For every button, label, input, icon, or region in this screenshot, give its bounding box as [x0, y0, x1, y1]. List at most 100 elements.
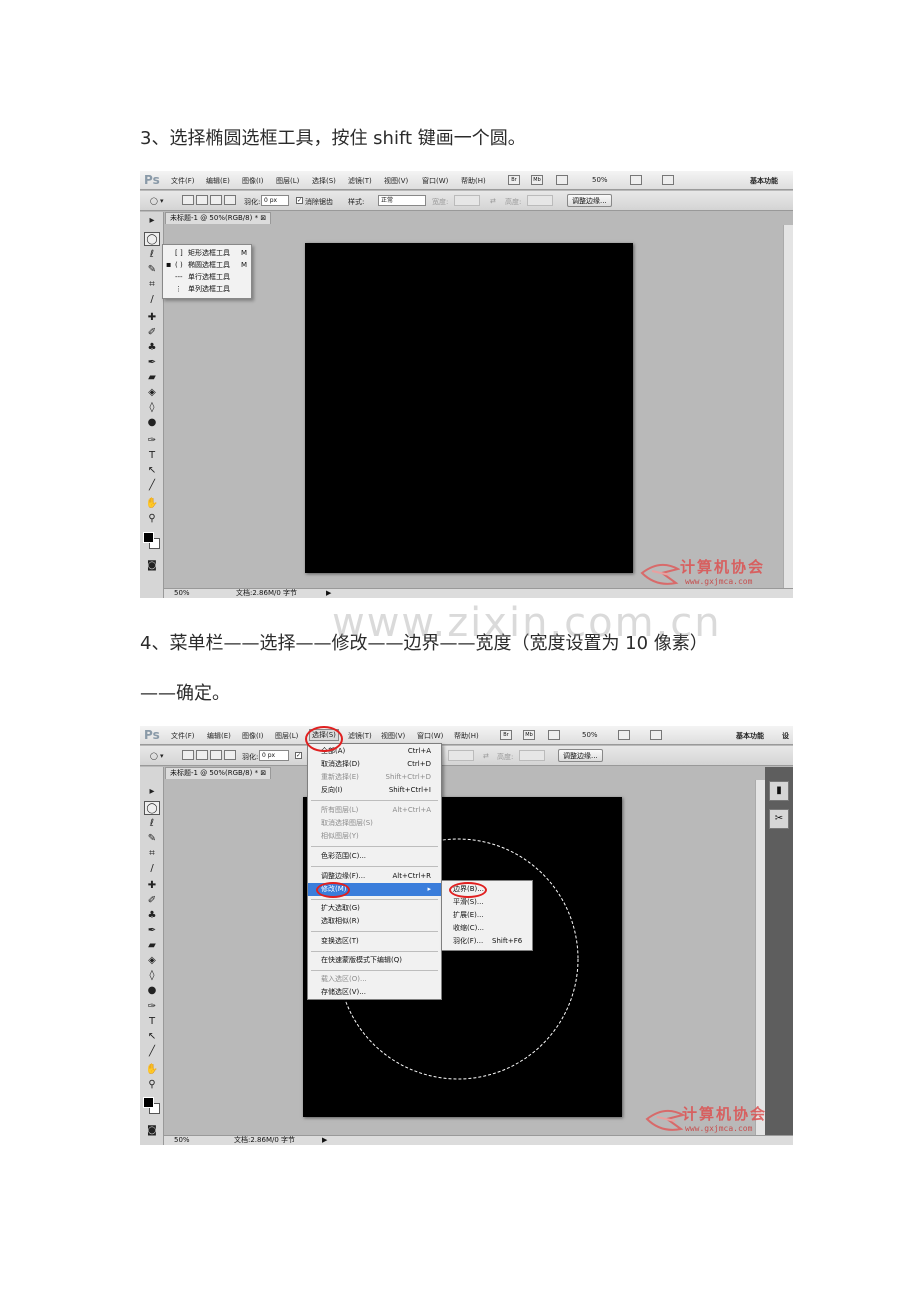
history-panel-icon[interactable]: ▮: [769, 781, 789, 801]
dodge-tool-icon[interactable]: ●: [144, 416, 160, 430]
refine-edge-button[interactable]: 调整边缘...: [558, 749, 603, 762]
zoom-tool-icon[interactable]: ⚲: [144, 512, 160, 526]
zoom-tool-icon[interactable]: ⚲: [144, 1078, 160, 1092]
quick-mask-icon[interactable]: ◙: [144, 559, 160, 573]
menu-file[interactable]: 文件(F): [171, 176, 195, 186]
menu-edit[interactable]: 编辑(E): [206, 176, 230, 186]
subtract-selection-icon[interactable]: [210, 750, 222, 760]
menu-item-grow[interactable]: 扩大选取(G): [308, 902, 441, 915]
zoom-dropdown[interactable]: 50%: [592, 176, 608, 184]
menu-item-quick-mask[interactable]: 在快速蒙版模式下编辑(Q): [308, 954, 441, 967]
menu-item-inverse[interactable]: 反向(I) Shift+Ctrl+I: [308, 784, 441, 797]
pen-tool-icon[interactable]: ✑: [144, 434, 160, 448]
refine-edge-button[interactable]: 调整边缘...: [567, 194, 612, 207]
crop-tool-icon[interactable]: ⌗: [144, 278, 160, 292]
marquee-tool-icon[interactable]: ◯ ▾: [150, 197, 164, 205]
line-tool-icon[interactable]: ╱: [144, 1045, 160, 1059]
menu-window[interactable]: 窗口(W): [422, 176, 448, 186]
move-tool-icon[interactable]: ▸: [144, 785, 160, 799]
submenu-item-feather[interactable]: 羽化(F)... Shift+F6: [442, 935, 532, 948]
menu-help[interactable]: 帮助(H): [454, 731, 479, 741]
menu-window[interactable]: 窗口(W): [417, 731, 443, 741]
eraser-tool-icon[interactable]: ▰: [144, 371, 160, 385]
eyedropper-tool-icon[interactable]: /: [144, 293, 160, 307]
menu-item-transform-selection[interactable]: 变换选区(T): [308, 935, 441, 948]
intersect-selection-icon[interactable]: [224, 750, 236, 760]
workspace-switcher[interactable]: 基本功能: [736, 731, 764, 741]
menu-image[interactable]: 图像(I): [242, 731, 264, 741]
history-brush-icon[interactable]: ✒: [144, 924, 160, 938]
menu-edit[interactable]: 编辑(E): [207, 731, 231, 741]
foreground-color-swatch[interactable]: [143, 532, 154, 543]
bucket-tool-icon[interactable]: ◈: [144, 386, 160, 400]
path-select-tool-icon[interactable]: ↖: [144, 464, 160, 478]
stamp-tool-icon[interactable]: ♣: [144, 341, 160, 355]
menu-layer[interactable]: 图层(L): [276, 176, 299, 186]
history-brush-icon[interactable]: ✒: [144, 356, 160, 370]
height-input[interactable]: [527, 195, 553, 206]
screen-icon[interactable]: [662, 175, 674, 185]
blur-tool-icon[interactable]: ◊: [144, 969, 160, 983]
quick-select-tool-icon[interactable]: ✎: [144, 832, 160, 846]
line-tool-icon[interactable]: ╱: [144, 479, 160, 493]
document-canvas[interactable]: [305, 243, 633, 573]
width-input[interactable]: [454, 195, 480, 206]
screen-mode-icon[interactable]: [548, 730, 560, 740]
hand-tool-icon[interactable]: ✋: [144, 497, 160, 511]
status-zoom[interactable]: 50%: [174, 589, 190, 598]
ellipse-marquee-tool-icon[interactable]: ◯: [144, 801, 160, 815]
hand-tool-icon[interactable]: ✋: [144, 1063, 160, 1077]
submenu-item-expand[interactable]: 扩展(E)...: [442, 909, 532, 922]
menu-view[interactable]: 视图(V): [381, 731, 405, 741]
lasso-tool-icon[interactable]: ℓ: [144, 817, 160, 831]
menu-item-deselect-layers[interactable]: 取消选择图层(S): [308, 817, 441, 830]
menu-help[interactable]: 帮助(H): [461, 176, 486, 186]
lasso-tool-icon[interactable]: ℓ: [144, 248, 160, 262]
menu-image[interactable]: 图像(I): [242, 176, 264, 186]
menu-item-refine-edge[interactable]: 调整边缘(F)... Alt+Ctrl+R: [308, 870, 441, 883]
menu-view[interactable]: 视图(V): [384, 176, 408, 186]
width-input[interactable]: [448, 750, 474, 761]
menu-select[interactable]: 选择(S): [312, 176, 336, 186]
healing-tool-icon[interactable]: ✚: [144, 311, 160, 325]
status-arrow-icon[interactable]: ▶: [322, 1136, 327, 1145]
bridge-button[interactable]: Br: [500, 730, 512, 740]
type-tool-icon[interactable]: T: [144, 1015, 160, 1029]
foreground-color-swatch[interactable]: [143, 1097, 154, 1108]
zoom-dropdown[interactable]: 50%: [582, 731, 598, 739]
eraser-tool-icon[interactable]: ▰: [144, 939, 160, 953]
flyout-item-single-column[interactable]: ⋮ 单列选框工具: [163, 283, 251, 295]
menu-item-similar[interactable]: 选取相似(R): [308, 915, 441, 928]
brush-tool-icon[interactable]: ✐: [144, 326, 160, 340]
status-arrow-icon[interactable]: ▶: [326, 589, 331, 598]
minibridge-button[interactable]: Mb: [523, 730, 535, 740]
blur-tool-icon[interactable]: ◊: [144, 401, 160, 415]
menu-file[interactable]: 文件(F): [171, 731, 195, 741]
vertical-scrollbar[interactable]: [783, 225, 793, 588]
tools-panel-icon[interactable]: ✂: [769, 809, 789, 829]
menu-item-reselect[interactable]: 重新选择(E) Shift+Ctrl+D: [308, 771, 441, 784]
antialias-checkbox[interactable]: ✓: [296, 197, 303, 204]
height-input[interactable]: [519, 750, 545, 761]
workspace-switcher[interactable]: 基本功能: [750, 176, 778, 186]
swap-icon[interactable]: ⇄: [490, 197, 496, 205]
bucket-tool-icon[interactable]: ◈: [144, 954, 160, 968]
menu-filter[interactable]: 滤镜(T): [348, 731, 372, 741]
healing-tool-icon[interactable]: ✚: [144, 879, 160, 893]
swap-icon[interactable]: ⇄: [483, 752, 489, 760]
menu-item-deselect[interactable]: 取消选择(D) Ctrl+D: [308, 758, 441, 771]
flyout-item-ellipse[interactable]: ▪( ) 椭圆选框工具 M: [163, 259, 251, 271]
brush-tool-icon[interactable]: ✐: [144, 894, 160, 908]
subtract-selection-icon[interactable]: [210, 195, 222, 205]
menu-item-load-selection[interactable]: 载入选区(O)...: [308, 973, 441, 986]
menu-item-save-selection[interactable]: 存储选区(V)...: [308, 986, 441, 999]
menu-layer[interactable]: 图层(L): [275, 731, 298, 741]
menu-filter[interactable]: 滤镜(T): [348, 176, 372, 186]
type-tool-icon[interactable]: T: [144, 449, 160, 463]
flyout-item-rect[interactable]: [ ] 矩形选框工具 M: [163, 247, 251, 259]
new-selection-icon[interactable]: [182, 750, 194, 760]
feather-input[interactable]: 0 px: [261, 195, 289, 206]
submenu-item-smooth[interactable]: 平滑(S)...: [442, 896, 532, 909]
pen-tool-icon[interactable]: ✑: [144, 1000, 160, 1014]
status-zoom[interactable]: 50%: [174, 1136, 190, 1145]
